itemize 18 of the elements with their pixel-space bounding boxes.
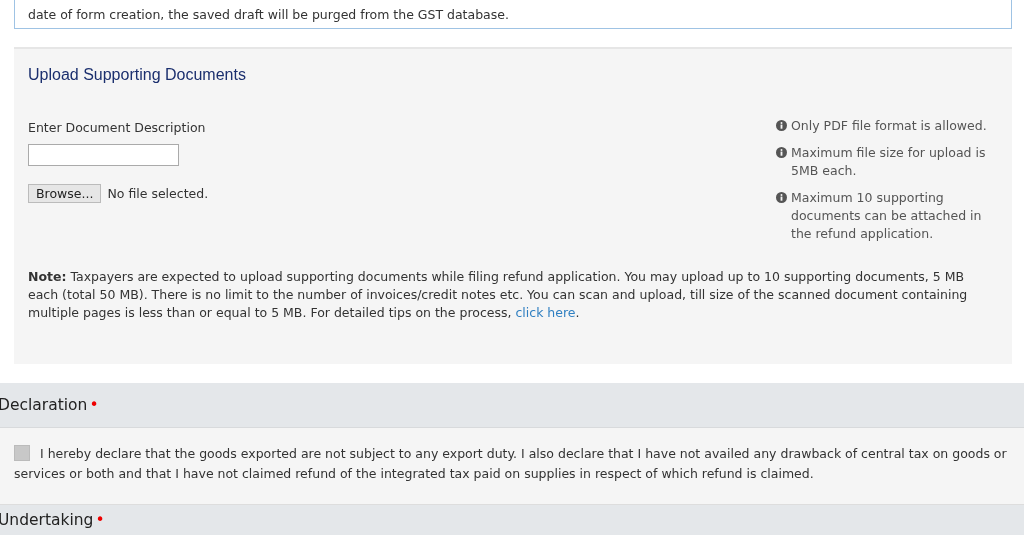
note-text: Note: Taxpayers are expected to upload supporting documents while filing refund application. You may upload up to 10 supporting documents, 5 MB each (total 50 MB). There is no limit to the number of invoices/credit notes etc. You can scan and upload, till size of the scanned document containing multiple pages is less than or equal to 5 MB. For detailed tips on the process, click here. [28, 268, 969, 322]
notice-text: date of form creation, the saved draft will be purged from the GST database. [28, 7, 509, 22]
info-icon [776, 120, 787, 131]
info-text: Only PDF file format is allowed. [791, 117, 987, 135]
info-icon [776, 147, 787, 158]
info-text: Maximum 10 supporting documents can be attached in the refund application. [791, 189, 983, 243]
info-icon [776, 192, 787, 203]
description-field[interactable] [28, 144, 179, 166]
checkbox[interactable] [14, 445, 30, 461]
file-status: No file selected. [107, 186, 209, 201]
browse-button[interactable]: Browse... [28, 184, 102, 203]
declaration-text: I hereby declare that the goods exported are not subject to any export duty. I also declare that I have not availed any drawback of central tax on goods or services or both and that I have not claimed refund of the integrated tax paid on supplies in respect of which refund is claimed. [0, 428, 1024, 505]
info-text: Maximum file size for upload is 5MB each. [791, 144, 987, 180]
section-heading: Undertaking• [0, 511, 105, 529]
section-heading: Declaration• [0, 396, 99, 414]
field-label: Enter Document Description [28, 120, 206, 135]
section-title: Upload Supporting Documents [28, 66, 247, 84]
click-here-link[interactable]: click here [515, 305, 576, 320]
